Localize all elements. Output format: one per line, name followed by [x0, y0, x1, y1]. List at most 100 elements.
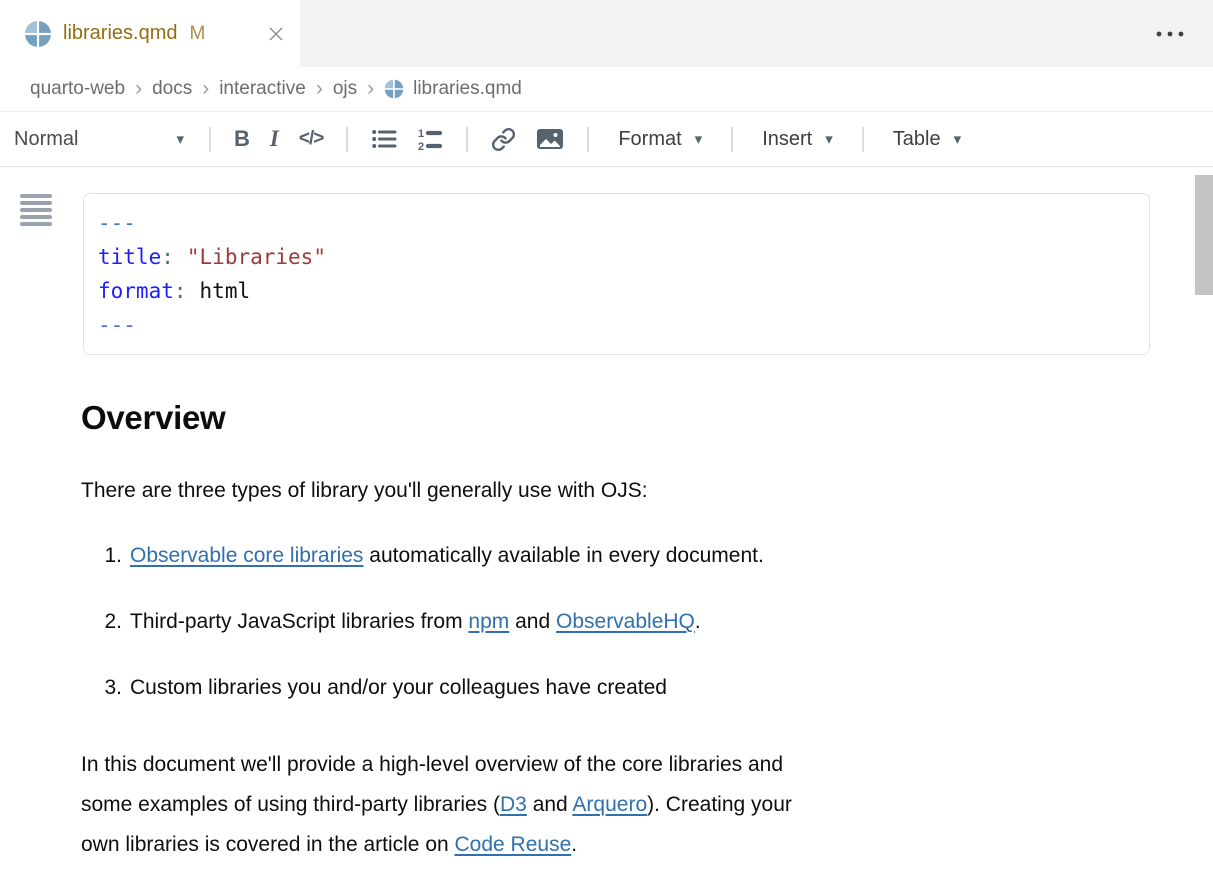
table-menu-button[interactable]: Table ▾: [887, 127, 967, 152]
breadcrumb-item[interactable]: interactive: [219, 78, 306, 100]
editor-content: --- title:"Libraries" format:html --- Ov…: [0, 193, 1213, 865]
tab-filename: libraries.qmd: [63, 22, 177, 45]
list-item-text-segment: and: [509, 610, 556, 633]
paragraph-text-segment: ). Creating your: [647, 793, 792, 816]
breadcrumb-item-file[interactable]: libraries.qmd: [384, 78, 522, 100]
list-item: 1. Observable core libraries automatical…: [81, 541, 1213, 571]
svg-text:1: 1: [418, 128, 424, 140]
link-code-reuse[interactable]: Code Reuse: [455, 833, 572, 856]
list-item: 3. Custom libraries you and/or your coll…: [81, 673, 1213, 703]
toolbar-separator: [209, 127, 211, 152]
chevron-down-icon: ▾: [954, 130, 962, 148]
list-item: 2. Third-party JavaScript libraries from…: [81, 607, 1213, 637]
yaml-value: html: [200, 279, 251, 303]
bullet-list-button[interactable]: [371, 127, 397, 151]
code-button[interactable]: </>: [299, 128, 323, 150]
yaml-front-matter-row: --- title:"Libraries" format:html ---: [0, 193, 1213, 355]
list-item-text-segment: .: [695, 610, 701, 633]
yaml-delimiter: ---: [98, 313, 136, 337]
quarto-icon: [24, 20, 52, 48]
list-number: 1.: [81, 541, 122, 571]
paragraph-line: own libraries is covered in the article …: [81, 825, 1121, 865]
yaml-key: title: [98, 245, 161, 269]
link-button[interactable]: [491, 127, 516, 152]
breadcrumb: quarto-web › docs › interactive › ojs › …: [0, 67, 1213, 112]
toolbar-separator: [731, 127, 733, 152]
toolbar-separator: [862, 127, 864, 152]
list-item-text-segment: automatically available in every documen…: [363, 544, 763, 567]
breadcrumb-filename: libraries.qmd: [413, 78, 522, 100]
library-types-list: 1. Observable core libraries automatical…: [81, 541, 1213, 703]
toolbar-separator: [466, 127, 468, 152]
link-observable-core-libraries[interactable]: Observable core libraries: [130, 544, 363, 567]
insert-menu-label: Insert: [762, 128, 812, 151]
bullet-list-icon: [371, 127, 397, 151]
paragraph-line: some examples of using third-party libra…: [81, 785, 1121, 825]
format-menu-button[interactable]: Format ▾: [612, 127, 708, 152]
quarto-icon: [384, 79, 404, 99]
list-item-text: Third-party JavaScript libraries from np…: [130, 607, 701, 637]
link-observablehq[interactable]: ObservableHQ: [556, 610, 695, 633]
list-item-text-segment: Third-party JavaScript libraries from: [130, 610, 468, 633]
formatting-toolbar: Normal ▾ B I </> 1 2: [0, 112, 1213, 167]
table-menu-label: Table: [893, 128, 941, 151]
yaml-line: title: "Libraries": [98, 240, 1133, 274]
yaml-line: ---: [98, 308, 1133, 342]
link-icon: [491, 127, 516, 152]
format-menu-label: Format: [618, 128, 681, 151]
breadcrumb-item[interactable]: ojs: [333, 78, 357, 100]
yaml-line: ---: [98, 206, 1133, 240]
list-item-text: Observable core libraries automatically …: [130, 541, 764, 571]
link-arquero[interactable]: Arquero: [572, 793, 647, 816]
paragraph-text-segment: In this document we'll provide a high-le…: [81, 753, 783, 776]
chevron-right-icon: ›: [135, 78, 142, 101]
svg-text:2: 2: [418, 141, 424, 152]
paragraph-text-segment: and: [527, 793, 573, 816]
bold-button[interactable]: B: [234, 126, 250, 152]
closing-paragraph: In this document we'll provide a high-le…: [81, 745, 1121, 865]
toolbar-separator: [346, 127, 348, 152]
quarto-visual-editor-window: libraries.qmd M quarto-web › docs › inte…: [0, 0, 1213, 889]
chevron-right-icon: ›: [316, 78, 323, 101]
list-item-text: Custom libraries you and/or your colleag…: [130, 673, 667, 703]
intro-paragraph: There are three types of library you'll …: [81, 479, 1213, 503]
yaml-line: format: html: [98, 274, 1133, 308]
list-number: 3.: [81, 673, 122, 703]
scrollbar-thumb[interactable]: [1195, 175, 1213, 295]
image-button[interactable]: [536, 127, 564, 151]
paragraph-style-dropdown[interactable]: Normal ▾: [14, 128, 184, 151]
tab-libraries-qmd[interactable]: libraries.qmd M: [0, 0, 300, 67]
drag-handle-icon[interactable]: [20, 194, 52, 229]
italic-button[interactable]: I: [270, 126, 279, 152]
paragraph-text-segment: own libraries is covered in the article …: [81, 833, 455, 856]
yaml-front-matter[interactable]: --- title:"Libraries" format:html ---: [83, 193, 1150, 355]
chevron-right-icon: ›: [367, 78, 374, 101]
yaml-key: format: [98, 279, 174, 303]
chevron-down-icon: ▾: [825, 130, 833, 148]
chevron-down-icon: ▾: [176, 130, 184, 148]
yaml-colon: :: [174, 279, 187, 303]
numbered-list-icon: 1 2: [417, 126, 443, 152]
modified-badge: M: [189, 23, 205, 45]
paragraph-text-segment: some examples of using third-party libra…: [81, 793, 500, 816]
breadcrumb-item[interactable]: quarto-web: [30, 78, 125, 100]
chevron-down-icon: ▾: [695, 130, 703, 148]
breadcrumb-item[interactable]: docs: [152, 78, 192, 100]
yaml-delimiter: ---: [98, 211, 136, 235]
link-d3[interactable]: D3: [500, 793, 527, 816]
more-actions-icon[interactable]: [1155, 30, 1185, 38]
yaml-colon: :: [161, 245, 174, 269]
insert-menu-button[interactable]: Insert ▾: [756, 127, 839, 152]
paragraph-text-segment: .: [571, 833, 577, 856]
numbered-list-button[interactable]: 1 2: [417, 126, 443, 152]
paragraph-style-value: Normal: [14, 128, 78, 151]
paragraph-line: In this document we'll provide a high-le…: [81, 745, 1121, 785]
list-number: 2.: [81, 607, 122, 637]
page-title: Overview: [81, 399, 1213, 437]
yaml-value: "Libraries": [187, 245, 326, 269]
chevron-right-icon: ›: [202, 78, 209, 101]
close-icon[interactable]: [268, 26, 284, 42]
image-icon: [536, 127, 564, 151]
toolbar-separator: [587, 127, 589, 152]
link-npm[interactable]: npm: [468, 610, 509, 633]
